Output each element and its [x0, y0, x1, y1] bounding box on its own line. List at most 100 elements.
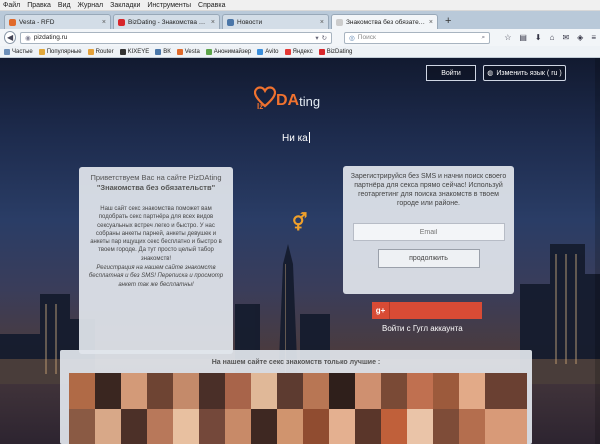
text-caret	[308, 132, 310, 143]
bookmark-item[interactable]: Avito	[257, 48, 279, 55]
tab-label: BizDating - Знакомства для о...	[128, 18, 208, 26]
browser-tab[interactable]: Знакомства без обязательств - ...×	[331, 14, 438, 29]
continue-button[interactable]: продолжить	[377, 249, 480, 268]
bookmark-label: Яндекс	[292, 48, 313, 55]
bookmark-favicon-icon	[155, 48, 162, 55]
search-placeholder: Поиск	[357, 34, 376, 41]
logo-ting-text: ting	[299, 94, 321, 109]
bookmark-favicon-icon	[4, 48, 10, 55]
bookmark-label: BizDating	[326, 48, 353, 55]
url-text: pizdating.ru	[33, 34, 68, 41]
globe-icon: ◉	[25, 34, 31, 42]
navigation-bar: ◀ ◉ pizdating.ru ▾ ↻ ◎ Поиск ⌕ ☆ ▤ ⬇ ⌂ ✉…	[0, 29, 600, 46]
home-icon[interactable]: ⌂	[550, 33, 555, 42]
reading-list-icon[interactable]: ▤	[519, 33, 527, 42]
google-login-link[interactable]: Войти с Гугл аккаунта	[382, 324, 463, 333]
welcome-text: Наш сайт секс знакомства поможет вам под…	[90, 206, 222, 262]
bookmark-favicon-icon	[205, 48, 212, 55]
typing-headline: Ни ка	[282, 132, 310, 144]
registration-note: Регистрация на нашем сайте знакомств бес…	[88, 265, 224, 288]
bookmark-item[interactable]: Частые	[4, 48, 33, 55]
bookmark-favicon-icon	[257, 48, 264, 55]
download-icon[interactable]: ⬇	[535, 33, 542, 42]
close-tab-icon[interactable]: ×	[320, 19, 324, 26]
welcome-title: Приветствуем Вас на сайте PizDAting	[90, 173, 222, 182]
bookmark-favicon-icon	[119, 48, 126, 55]
search-input[interactable]: ◎ Поиск ⌕	[344, 31, 491, 44]
menu-item[interactable]: Инструменты	[147, 2, 191, 9]
menu-item[interactable]: Правка	[27, 2, 51, 9]
logo-dat-text: DA	[276, 92, 300, 109]
search-icon[interactable]: ⌕	[482, 34, 486, 42]
bookmark-item[interactable]: Анонимайзер	[205, 48, 252, 55]
menu-item[interactable]: Журнал	[78, 2, 104, 9]
bookmark-item[interactable]: ВК	[155, 48, 171, 55]
bookmark-label: ВК	[163, 48, 171, 55]
extension-icon[interactable]: ✉	[562, 33, 569, 42]
bookmark-star-icon[interactable]: ☆	[504, 33, 511, 42]
page-scrollbar[interactable]	[595, 58, 600, 444]
tab-bar: Vesta - RFD×BizDating - Знакомства для о…	[0, 11, 600, 29]
menu-icon[interactable]: ≡	[591, 33, 596, 42]
address-bar[interactable]: ◉ pizdating.ru ▾ ↻	[20, 31, 333, 44]
new-tab-button[interactable]: +	[445, 15, 451, 27]
bookmark-label: Vesta	[184, 48, 200, 55]
bookmark-label: Анонимайзер	[213, 48, 252, 55]
dropdown-icon[interactable]: ▾	[315, 34, 318, 42]
bookmark-label: Популярные	[46, 48, 82, 55]
bookmark-label: KIXEYE	[127, 48, 150, 55]
browser-tab[interactable]: Новости ×	[222, 14, 329, 29]
reload-icon[interactable]: ↻	[322, 34, 327, 42]
favicon-icon	[9, 18, 16, 26]
google-plus-icon: g+	[372, 302, 390, 319]
bookmark-favicon-icon	[176, 48, 183, 55]
close-tab-icon[interactable]: ×	[211, 19, 215, 26]
change-language-button[interactable]: ◍ Изменить язык ( ru )	[483, 65, 566, 81]
welcome-card: Приветствуем Вас на сайте PizDAting "Зна…	[79, 167, 233, 354]
site-page: Войти ◍ Изменить язык ( ru ) Iz DA ting …	[0, 58, 600, 444]
bookmark-favicon-icon	[284, 48, 291, 55]
gender-symbols-icon: ⚥	[292, 213, 307, 232]
bookmark-item[interactable]: Популярные	[38, 48, 82, 55]
bookmark-item[interactable]: Router	[87, 48, 114, 55]
site-logo[interactable]: Iz DA ting	[254, 86, 320, 110]
back-button[interactable]: ◀	[4, 31, 17, 44]
tab-label: Новости	[237, 18, 263, 26]
typing-text: Ни ка	[282, 133, 308, 144]
tab-label: Vesta - RFD	[19, 18, 55, 26]
bookmark-item[interactable]: Vesta	[176, 48, 200, 55]
register-card: Зарегистрируйся без SMS и начни поиск св…	[343, 166, 514, 294]
browser-tab[interactable]: BizDating - Знакомства для о...×	[113, 14, 220, 29]
favicon-icon	[336, 18, 343, 26]
profile-photo-grid	[69, 373, 527, 444]
bookmark-item[interactable]: BizDating	[318, 48, 353, 55]
menu-item[interactable]: Справка	[198, 2, 225, 9]
bookmark-item[interactable]: Яндекс	[284, 48, 313, 55]
photos-title: На нашем сайте секс знакомств только луч…	[211, 359, 381, 366]
globe-icon: ◍	[487, 70, 494, 77]
favicon-icon	[227, 18, 234, 26]
tab-label: Знакомства без обязательств - ...	[346, 18, 426, 26]
menu-bar: Файл Правка Вид Журнал Закладки Инструменты Сп…	[0, 0, 600, 11]
bookmark-favicon-icon	[318, 48, 325, 55]
menu-item[interactable]: Файл	[3, 2, 20, 9]
register-text: Зарегистрируйся без SMS и начни поиск св…	[350, 173, 507, 207]
profile-photos-section: На нашем сайте секс знакомств только луч…	[60, 350, 532, 444]
login-button[interactable]: Войти	[426, 65, 476, 81]
bookmark-favicon-icon	[87, 48, 94, 55]
menu-item[interactable]: Вид	[58, 2, 71, 9]
search-engine-icon: ◎	[349, 34, 355, 42]
favicon-icon	[118, 18, 125, 26]
close-tab-icon[interactable]: ×	[429, 19, 433, 26]
browser-tab[interactable]: Vesta - RFD ×	[4, 14, 111, 29]
google-plus-button[interactable]: g+	[372, 302, 482, 319]
menu-item[interactable]: Закладки	[110, 2, 140, 9]
bookmark-label: Router	[95, 48, 114, 55]
close-tab-icon[interactable]: ×	[102, 19, 106, 26]
bookmark-favicon-icon	[38, 48, 45, 55]
email-field[interactable]	[352, 223, 505, 241]
bookmark-item[interactable]: KIXEYE	[119, 48, 150, 55]
bookmark-label: Частые	[12, 48, 33, 55]
bookmarks-bar: Частые Популярные Router KIXEYE ВК Vesta Анони…	[0, 46, 600, 58]
pocket-icon[interactable]: ◈	[577, 33, 583, 42]
